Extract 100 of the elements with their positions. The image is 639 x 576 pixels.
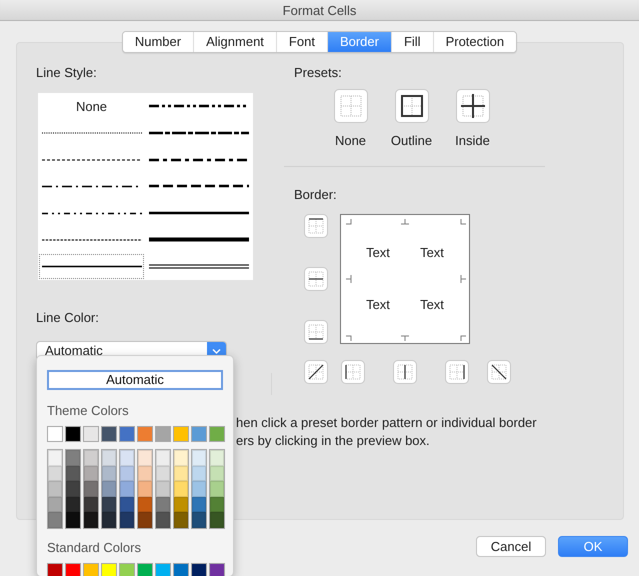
color-swatch[interactable] <box>209 426 225 442</box>
border-button[interactable] <box>445 360 469 384</box>
color-swatch[interactable] <box>66 466 80 482</box>
line-style-option[interactable] <box>39 254 144 279</box>
color-swatch[interactable] <box>210 450 224 466</box>
color-swatch[interactable] <box>191 426 207 442</box>
color-swatch[interactable] <box>210 496 224 512</box>
color-swatch[interactable] <box>174 450 188 466</box>
color-swatch[interactable] <box>156 512 170 528</box>
preset-button[interactable] <box>456 89 490 123</box>
color-swatch[interactable] <box>174 512 188 528</box>
color-swatch[interactable] <box>173 426 189 442</box>
color-swatch[interactable] <box>138 512 152 528</box>
color-swatch[interactable] <box>210 466 224 482</box>
color-swatch[interactable] <box>84 481 98 497</box>
border-left-icon <box>345 364 361 380</box>
line-sample-icon <box>42 264 142 268</box>
tab[interactable]: Number <box>122 32 194 52</box>
cancel-button[interactable]: Cancel <box>476 536 546 557</box>
color-swatch[interactable] <box>66 496 80 512</box>
color-swatch[interactable] <box>173 562 189 576</box>
tab[interactable]: Font <box>276 32 328 52</box>
color-swatch[interactable] <box>138 481 152 497</box>
border-button[interactable] <box>304 360 328 384</box>
section-label: Presets: <box>294 65 342 81</box>
color-swatch[interactable] <box>210 481 224 497</box>
color-swatch[interactable] <box>137 562 153 576</box>
color-swatch[interactable] <box>102 466 116 482</box>
line-sample-icon <box>148 104 248 108</box>
color-swatch[interactable] <box>192 496 206 512</box>
preview-text: Text <box>420 297 444 313</box>
color-swatch[interactable] <box>48 450 62 466</box>
color-swatch[interactable] <box>174 481 188 497</box>
color-swatch[interactable] <box>120 496 134 512</box>
color-swatch[interactable] <box>120 512 134 528</box>
color-swatch[interactable] <box>66 481 80 497</box>
color-swatch[interactable] <box>138 496 152 512</box>
automatic-button[interactable]: Automatic <box>47 370 223 390</box>
color-swatch[interactable] <box>65 562 81 576</box>
color-swatch[interactable] <box>83 426 99 442</box>
color-swatch[interactable] <box>102 512 116 528</box>
color-swatch[interactable] <box>48 512 62 528</box>
color-swatch[interactable] <box>119 426 135 442</box>
color-swatch[interactable] <box>66 450 80 466</box>
color-swatch[interactable] <box>102 496 116 512</box>
color-swatch[interactable] <box>101 426 117 442</box>
border-button[interactable] <box>487 360 511 384</box>
border-button[interactable] <box>304 267 328 291</box>
color-swatch[interactable] <box>47 426 63 442</box>
border-button[interactable] <box>393 360 417 384</box>
diagonal-up-icon <box>308 364 324 380</box>
section-heading: Theme Colors <box>47 403 129 419</box>
color-swatch[interactable] <box>120 450 134 466</box>
color-swatch[interactable] <box>102 481 116 497</box>
border-preview[interactable]: Text Text Text Text <box>340 214 470 344</box>
color-swatch[interactable] <box>191 562 207 576</box>
color-swatch[interactable] <box>155 562 171 576</box>
color-swatch[interactable] <box>137 426 153 442</box>
color-swatch[interactable] <box>156 481 170 497</box>
color-swatch[interactable] <box>156 450 170 466</box>
color-swatch[interactable] <box>66 512 80 528</box>
color-swatch[interactable] <box>84 496 98 512</box>
color-swatch[interactable] <box>138 450 152 466</box>
color-swatch[interactable] <box>210 512 224 528</box>
color-swatch[interactable] <box>192 450 206 466</box>
color-swatch[interactable] <box>119 562 135 576</box>
color-swatch[interactable] <box>65 426 81 442</box>
color-swatch[interactable] <box>83 562 99 576</box>
color-swatch[interactable] <box>47 562 63 576</box>
color-swatch[interactable] <box>101 562 117 576</box>
line-style-option[interactable]: None <box>39 94 144 119</box>
color-swatch[interactable] <box>48 496 62 512</box>
color-swatch[interactable] <box>102 450 116 466</box>
color-swatch[interactable] <box>192 481 206 497</box>
color-swatch[interactable] <box>84 466 98 482</box>
preset-label: Outline <box>390 133 432 149</box>
color-swatch[interactable] <box>120 481 134 497</box>
border-button[interactable] <box>304 214 328 238</box>
preset-button[interactable] <box>394 89 428 123</box>
tab[interactable]: Fill <box>392 32 434 52</box>
color-swatch[interactable] <box>156 466 170 482</box>
color-swatch[interactable] <box>84 450 98 466</box>
color-swatch[interactable] <box>120 466 134 482</box>
color-swatch[interactable] <box>209 562 225 576</box>
color-swatch[interactable] <box>174 496 188 512</box>
color-swatch[interactable] <box>138 466 152 482</box>
color-swatch[interactable] <box>155 426 171 442</box>
color-swatch[interactable] <box>48 481 62 497</box>
diagonal-down-icon <box>491 364 507 380</box>
color-swatch[interactable] <box>156 496 170 512</box>
border-button[interactable] <box>304 320 328 344</box>
tab[interactable]: Alignment <box>194 32 277 52</box>
tab[interactable]: Protection <box>434 32 516 52</box>
color-swatch[interactable] <box>192 512 206 528</box>
color-swatch[interactable] <box>192 466 206 482</box>
border-button[interactable] <box>341 360 365 384</box>
preview-text: Text <box>420 245 444 261</box>
color-swatch[interactable] <box>84 512 98 528</box>
color-swatch[interactable] <box>48 466 62 482</box>
color-swatch[interactable] <box>174 466 188 482</box>
